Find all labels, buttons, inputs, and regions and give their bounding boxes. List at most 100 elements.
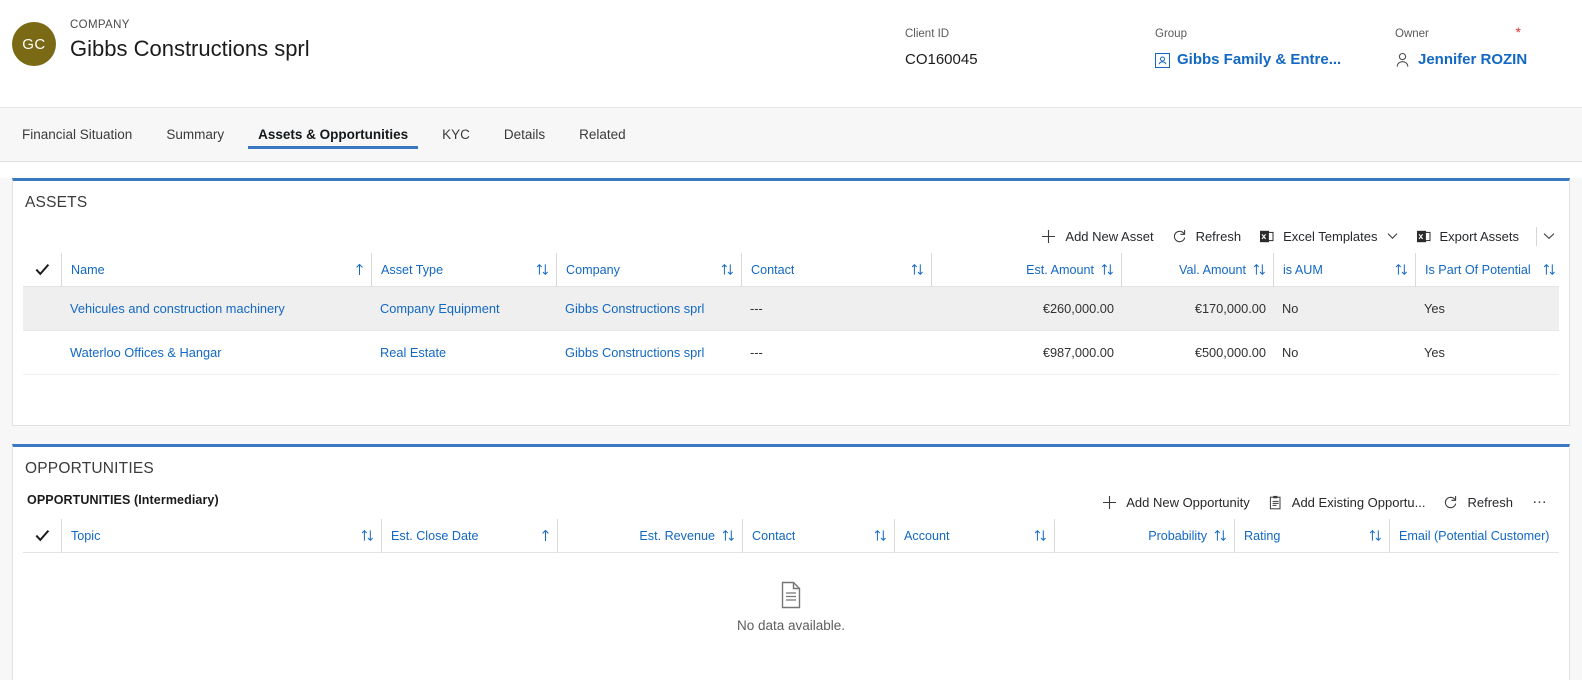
excel-templates-button[interactable]: Excel Templates: [1250, 221, 1406, 251]
select-all-checkbox[interactable]: [23, 529, 61, 542]
refresh-assets-label: Refresh: [1195, 228, 1242, 244]
refresh-icon: [1443, 495, 1458, 510]
opportunities-col-email-potential-customer[interactable]: Email (Potential Customer): [1389, 518, 1582, 553]
account-icon: [1155, 52, 1170, 68]
opportunities-subsection-title: OPPORTUNITIES (Intermediary): [27, 493, 219, 507]
assets-section: ASSETS Add New Asset Refresh Excel Templ…: [12, 178, 1570, 426]
cell-val-amount: €170,000.00: [1194, 301, 1266, 316]
table-row[interactable]: Waterloo Offices & Hangar Real Estate Gi…: [23, 331, 1559, 375]
excel-icon: [1259, 229, 1274, 244]
opportunities-col-rating[interactable]: Rating: [1234, 518, 1389, 553]
sort-both-icon: [1543, 263, 1556, 276]
add-new-opportunity-button[interactable]: Add New Opportunity: [1093, 487, 1259, 517]
tab-summary[interactable]: Summary: [156, 108, 234, 162]
assets-col-est-amount[interactable]: Est. Amount: [931, 252, 1121, 287]
assets-col-company[interactable]: Company: [556, 252, 741, 287]
cell-est-amount: €987,000.00: [1042, 345, 1114, 360]
tab-kyc[interactable]: KYC: [432, 108, 480, 162]
sort-both-icon: [911, 263, 924, 276]
assets-overflow-button[interactable]: [1541, 221, 1559, 251]
opportunities-section-title: OPPORTUNITIES: [25, 460, 154, 477]
tab-financial-situation[interactable]: Financial Situation: [12, 108, 142, 162]
command-separator: [1536, 226, 1537, 246]
opportunities-col-account[interactable]: Account: [894, 518, 1054, 553]
refresh-opportunities-label: Refresh: [1467, 494, 1513, 510]
sort-both-icon: [1101, 263, 1114, 276]
cell-is-aum: No: [1282, 301, 1299, 316]
opportunities-col-est-revenue[interactable]: Est. Revenue: [557, 518, 742, 553]
opportunities-command-bar: Add New Opportunity Add Existing Opportu…: [13, 485, 1569, 519]
group-label: Group: [1155, 28, 1187, 40]
chevron-down-icon: [1543, 232, 1555, 240]
assets-col-is-part-of-potential[interactable]: Is Part Of Potential: [1415, 252, 1563, 287]
cell-company[interactable]: Gibbs Constructions sprl: [556, 287, 741, 331]
assets-col-name[interactable]: Name: [61, 252, 371, 287]
group-value-link[interactable]: Gibbs Family & Entre...: [1155, 50, 1395, 70]
client-id-value: CO160045: [905, 51, 978, 68]
opportunities-col-topic[interactable]: Topic: [61, 518, 381, 553]
add-new-asset-label: Add New Asset: [1065, 228, 1154, 244]
assets-col-val-amount[interactable]: Val. Amount: [1121, 252, 1273, 287]
table-row[interactable]: Vehicules and construction machinery Com…: [23, 287, 1559, 331]
opportunities-col-probability[interactable]: Probability: [1054, 518, 1234, 553]
cell-company[interactable]: Gibbs Constructions sprl: [556, 331, 741, 375]
tab-assets-opportunities[interactable]: Assets & Opportunities: [248, 108, 419, 162]
plus-icon: [1041, 229, 1056, 244]
assets-col-contact[interactable]: Contact: [741, 252, 931, 287]
cell-est-amount: €260,000.00: [1042, 301, 1114, 316]
cell-is-aum: No: [1282, 345, 1299, 360]
opportunities-empty-state: No data available.: [23, 553, 1559, 633]
cell-asset-type[interactable]: Real Estate: [371, 331, 556, 375]
record-identity: GC COMPANY Gibbs Constructions sprl: [12, 18, 310, 66]
chevron-down-icon: [1387, 232, 1398, 240]
tab-bar: Financial Situation Summary Assets & Opp…: [0, 108, 1582, 162]
sort-both-icon: [722, 529, 735, 542]
refresh-assets-button[interactable]: Refresh: [1163, 221, 1251, 251]
add-new-asset-button[interactable]: Add New Asset: [1032, 221, 1162, 251]
sort-both-icon: [361, 529, 374, 542]
opportunities-col-contact[interactable]: Contact: [742, 518, 894, 553]
add-existing-opportunity-label: Add Existing Opportu...: [1291, 494, 1426, 510]
sort-both-icon: [536, 263, 549, 276]
assets-grid: Name Asset Type Company Contact Est. Amo…: [23, 252, 1559, 375]
clipboard-icon: [1268, 495, 1283, 510]
sort-both-icon: [1395, 263, 1408, 276]
export-assets-label: Export Assets: [1439, 228, 1519, 244]
client-id-label: Client ID: [905, 28, 950, 40]
refresh-opportunities-button[interactable]: Refresh: [1434, 487, 1522, 517]
plus-icon: [1102, 495, 1117, 510]
cell-asset-type[interactable]: Company Equipment: [371, 287, 556, 331]
owner-value-link[interactable]: Jennifer ROZIN: [1395, 50, 1582, 70]
opportunities-grid: Topic Est. Close Date Est. Revenue Conta…: [23, 518, 1559, 633]
avatar: GC: [12, 22, 56, 66]
opportunities-col-est-close-date[interactable]: Est. Close Date: [381, 518, 557, 553]
export-assets-button[interactable]: Export Assets: [1407, 221, 1528, 251]
sort-both-icon: [1214, 529, 1227, 542]
add-existing-opportunity-button[interactable]: Add Existing Opportu...: [1259, 487, 1435, 517]
header-field-owner: Owner * Jennifer ROZIN: [1395, 24, 1582, 70]
assets-col-is-aum[interactable]: is AUM: [1273, 252, 1415, 287]
assets-grid-header: Name Asset Type Company Contact Est. Amo…: [23, 252, 1559, 287]
cell-contact: ---: [750, 301, 763, 316]
crm-record-page: GC COMPANY Gibbs Constructions sprl Clie…: [0, 0, 1582, 680]
cell-val-amount: €500,000.00: [1194, 345, 1266, 360]
sort-both-icon: [1034, 529, 1047, 542]
opportunities-overflow-button[interactable]: …: [1522, 491, 1559, 510]
assets-col-asset-type[interactable]: Asset Type: [371, 252, 556, 287]
owner-value-text: Jennifer ROZIN: [1418, 51, 1528, 68]
group-value-text: Gibbs Family & Entre...: [1177, 51, 1342, 68]
cell-name[interactable]: Vehicules and construction machinery: [61, 287, 371, 331]
assets-section-title: ASSETS: [25, 194, 88, 211]
record-header: GC COMPANY Gibbs Constructions sprl Clie…: [0, 0, 1582, 108]
tab-details[interactable]: Details: [494, 108, 555, 162]
cell-is-part-of-potential: Yes: [1424, 345, 1445, 360]
tab-related[interactable]: Related: [569, 108, 636, 162]
cell-is-part-of-potential: Yes: [1424, 301, 1445, 316]
cell-name[interactable]: Waterloo Offices & Hangar: [61, 331, 371, 375]
header-fields: Client ID CO160045 Group Gibbs Family & …: [905, 24, 1582, 70]
user-icon: [1395, 52, 1410, 68]
sort-both-icon: [874, 529, 887, 542]
document-icon: [779, 581, 803, 609]
select-all-checkbox[interactable]: [23, 263, 61, 276]
sort-both-icon: [1369, 529, 1382, 542]
